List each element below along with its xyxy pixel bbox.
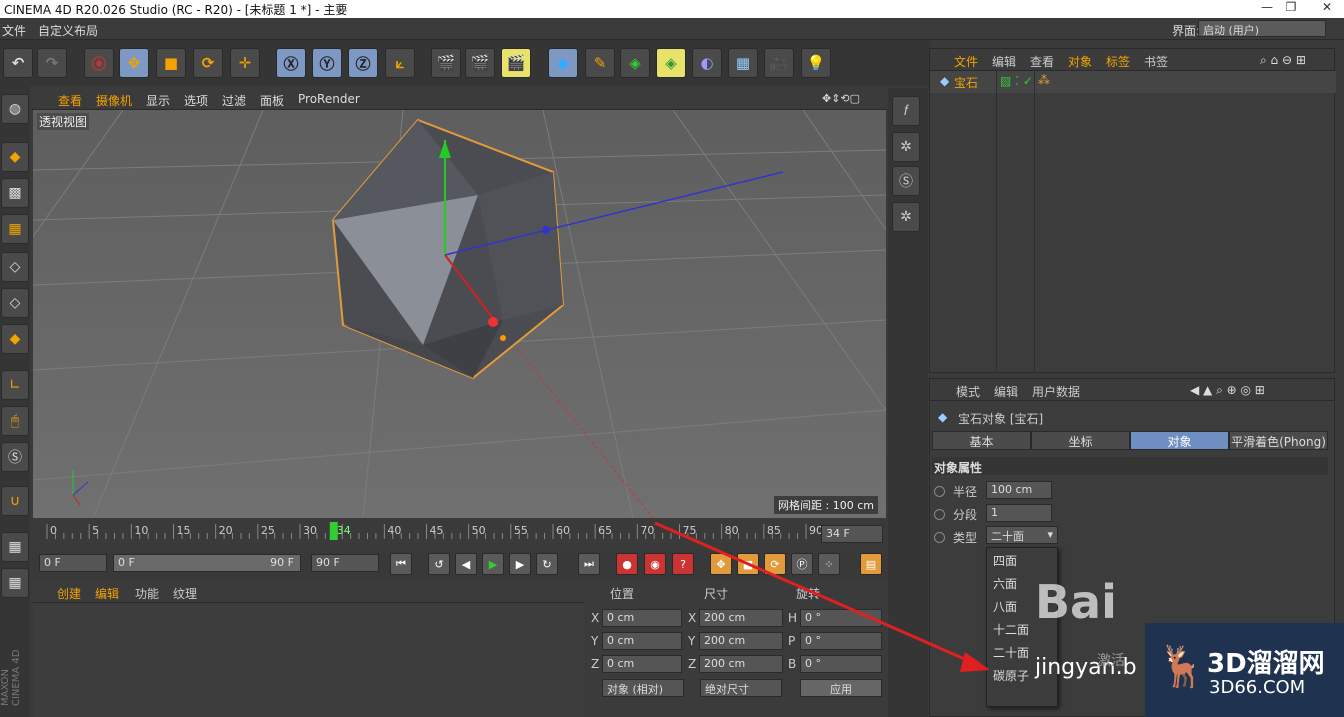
brand-url: 3D66.COM xyxy=(1209,677,1306,698)
deer-logo-icon: 🦌 xyxy=(1157,644,1207,690)
activate-watermark: 激活 xyxy=(1097,653,1125,669)
annotation-arrow xyxy=(654,521,990,672)
brand-name: 3D溜溜网 xyxy=(1207,649,1325,679)
3d66-watermark: 🦌 3D溜溜网 3D66.COM xyxy=(1145,623,1344,717)
baidu-watermark: Bai xyxy=(1035,575,1117,629)
